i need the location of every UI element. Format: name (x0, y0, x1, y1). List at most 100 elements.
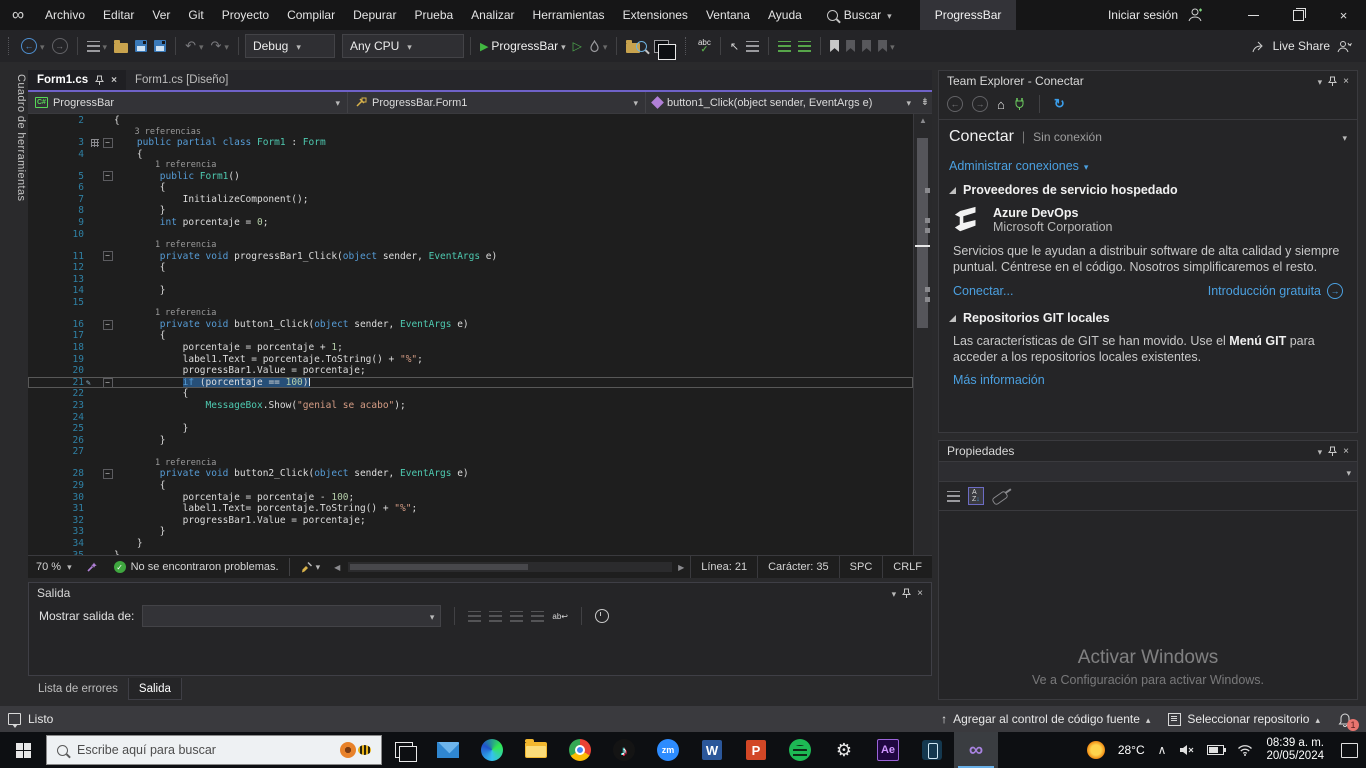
code-line[interactable]: 16 private void button1_Click(object sen… (28, 319, 913, 331)
pin-icon[interactable] (1328, 76, 1338, 87)
code-line[interactable]: 11 private void progressBar1_Click(objec… (28, 251, 913, 263)
indent-mode-indicator[interactable]: SPC (838, 556, 883, 578)
back-arrow-icon[interactable]: ← (947, 96, 963, 112)
search-control[interactable]: Buscar (826, 8, 892, 22)
tab-form1-cs[interactable]: Form1.cs × (28, 70, 126, 90)
timestamp-icon[interactable] (594, 609, 609, 623)
pin-icon[interactable] (95, 75, 105, 86)
new-project-button[interactable] (84, 34, 111, 58)
codelens-row[interactable]: 1 referencia (28, 240, 913, 250)
code-line[interactable]: 15 (28, 297, 913, 309)
more-info-link[interactable]: Más información (953, 373, 1347, 387)
start-button[interactable] (0, 732, 46, 768)
codelens-row[interactable]: 1 referencia (28, 458, 913, 468)
close-icon[interactable]: × (1343, 76, 1349, 87)
vertical-scrollbar[interactable]: ▲ (913, 114, 932, 555)
settings-app-button[interactable]: ⚙ (822, 732, 866, 768)
close-button[interactable]: × (1321, 0, 1366, 30)
toggle-bookmark-button[interactable] (827, 34, 842, 58)
menu-item[interactable]: Herramientas (524, 0, 614, 30)
menu-item[interactable]: Extensiones (614, 0, 697, 30)
minimize-button[interactable] (1231, 0, 1276, 30)
scroll-right-icon[interactable]: ▶ (678, 563, 684, 572)
prev-bookmark-button[interactable] (843, 34, 858, 58)
select-repository-button[interactable]: Seleccionar repositorio (1168, 712, 1320, 726)
open-file-button[interactable] (111, 34, 131, 58)
properties-header[interactable]: Propiedades × (939, 441, 1357, 461)
configuration-dropdown[interactable]: Debug (244, 34, 335, 58)
menu-item[interactable]: Archivo (36, 0, 94, 30)
code-line[interactable]: 18 porcentaje = porcentaje + 1; (28, 342, 913, 354)
add-to-source-control-button[interactable]: ↑ Agregar al control de código fuente (941, 712, 1150, 726)
manage-connections-link[interactable]: Administrar conexiones (949, 159, 1347, 173)
live-share-button[interactable]: Live Share (1252, 39, 1352, 53)
close-tab-icon[interactable]: × (111, 75, 117, 86)
cursor-tool-button[interactable]: ↖ (727, 34, 742, 58)
notifications-button[interactable]: 1 (1338, 712, 1359, 731)
start-debugging-button[interactable]: ▶ ProgressBar (477, 34, 569, 58)
code-line[interactable]: 24 (28, 412, 913, 424)
comment-button[interactable] (743, 34, 762, 58)
code-line[interactable]: 2{ (28, 115, 913, 127)
pin-icon[interactable] (902, 588, 912, 599)
edge-app-button[interactable] (470, 732, 514, 768)
code-line[interactable]: 14 } (28, 285, 913, 297)
save-all-button[interactable] (151, 34, 169, 58)
code-line[interactable]: 19 label1.Text = porcentaje.ToString() +… (28, 354, 913, 366)
menu-item[interactable]: Git (179, 0, 212, 30)
sign-in-button[interactable]: Iniciar sesión (1108, 8, 1203, 22)
spotify-app-button[interactable] (778, 732, 822, 768)
menu-item[interactable]: Editar (94, 0, 143, 30)
after-effects-app-button[interactable]: Ae (866, 732, 910, 768)
temperature-label[interactable]: 28°C (1118, 743, 1145, 757)
codelens-row[interactable]: 3 referencias (28, 127, 913, 137)
window-position-icon[interactable] (892, 586, 897, 600)
weather-sun-icon[interactable] (1086, 741, 1105, 759)
zoom-app-button[interactable]: zm (646, 732, 690, 768)
battery-icon[interactable] (1207, 745, 1227, 755)
window-position-icon[interactable] (1318, 74, 1323, 88)
increase-indent-button[interactable] (795, 34, 814, 58)
code-line[interactable]: 30 porcentaje = porcentaje - 100; (28, 492, 913, 504)
show-hidden-icons-chevron[interactable]: ∧ (1158, 743, 1167, 757)
tiktok-app-button[interactable]: ♪ (602, 732, 646, 768)
menu-item[interactable]: Analizar (462, 0, 523, 30)
code-line[interactable]: 26 } (28, 435, 913, 447)
find-in-files-button[interactable] (623, 34, 650, 58)
zoom-dropdown[interactable]: 70 % (28, 556, 80, 578)
code-line[interactable]: 9 int porcentaje = 0; (28, 217, 913, 229)
navigate-back-button[interactable]: ← (18, 34, 48, 58)
code-line[interactable]: 4 { (28, 149, 913, 161)
tab-output[interactable]: Salida (127, 678, 182, 700)
output-source-dropdown[interactable] (142, 605, 442, 627)
code-editor[interactable]: 2{ 3 referencias3 public partial class F… (28, 114, 932, 555)
code-line[interactable]: 13 (28, 274, 913, 286)
code-line[interactable]: 32 progressBar1.Value = porcentaje; (28, 515, 913, 527)
window-position-icon[interactable] (1318, 444, 1323, 458)
phone-link-app-button[interactable] (910, 732, 954, 768)
code-line[interactable]: 31 label1.Text= porcentaje.ToString() + … (28, 503, 913, 515)
object-dropdown[interactable] (939, 461, 1357, 482)
code-line[interactable]: 17 { (28, 330, 913, 342)
maximize-button[interactable] (1276, 0, 1321, 30)
word-wrap-icon[interactable]: ab↩ (552, 612, 568, 621)
menu-item[interactable]: Ventana (697, 0, 759, 30)
cleanup-broom-icon[interactable] (300, 561, 313, 574)
code-line[interactable]: 8 } (28, 205, 913, 217)
tab-error-list[interactable]: Lista de errores (28, 678, 128, 700)
code-line[interactable]: 10 (28, 229, 913, 241)
close-icon[interactable]: × (1343, 446, 1349, 457)
undo-button[interactable]: ↶ (182, 34, 206, 58)
menu-item[interactable]: Proyecto (213, 0, 278, 30)
menu-item[interactable]: Ayuda (759, 0, 811, 30)
line-indicator[interactable]: Línea: 21 (690, 556, 757, 578)
code-line[interactable]: 5 public Form1() (28, 171, 913, 183)
problems-status[interactable]: No se encontraron problemas. (131, 561, 279, 573)
project-dropdown[interactable]: C# ProgressBar (28, 92, 348, 113)
team-explorer-header[interactable]: Team Explorer - Conectar × (939, 71, 1357, 91)
menu-item[interactable]: Compilar (278, 0, 344, 30)
chrome-app-button[interactable] (558, 732, 602, 768)
taskbar-search-input[interactable]: Escribe aquí para buscar (46, 735, 382, 765)
code-line[interactable]: 3 public partial class Form1 : Form (28, 137, 913, 149)
forward-arrow-icon[interactable]: → (972, 96, 988, 112)
